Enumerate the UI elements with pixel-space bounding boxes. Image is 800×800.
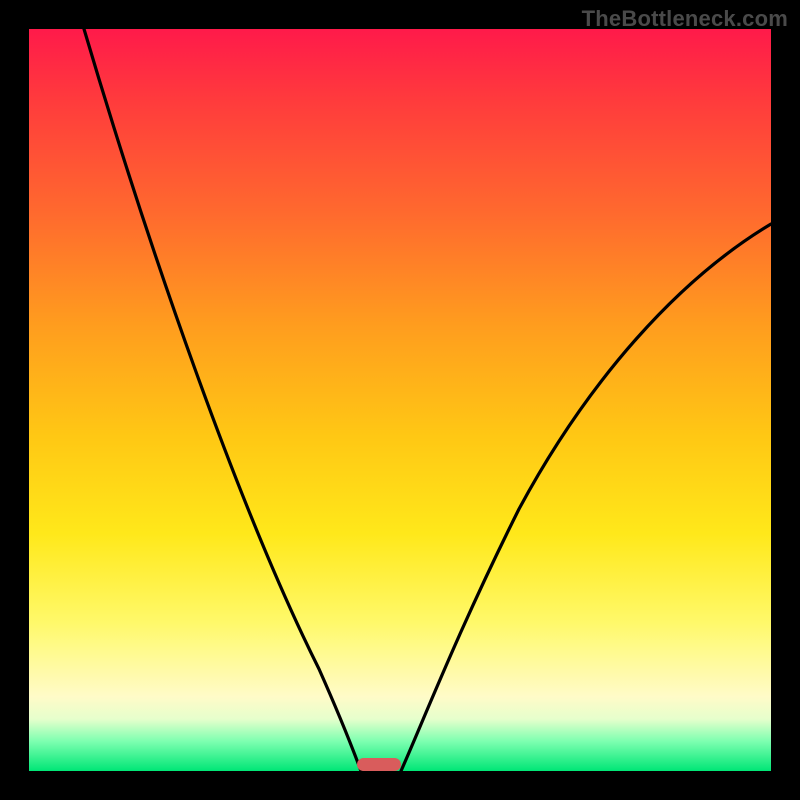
chart-frame: TheBottleneck.com bbox=[0, 0, 800, 800]
bottleneck-curve bbox=[29, 29, 771, 771]
curve-left-branch bbox=[84, 29, 361, 771]
curve-right-branch bbox=[401, 224, 771, 771]
plot-area bbox=[29, 29, 771, 771]
optimal-marker bbox=[357, 758, 401, 771]
watermark-text: TheBottleneck.com bbox=[582, 6, 788, 32]
